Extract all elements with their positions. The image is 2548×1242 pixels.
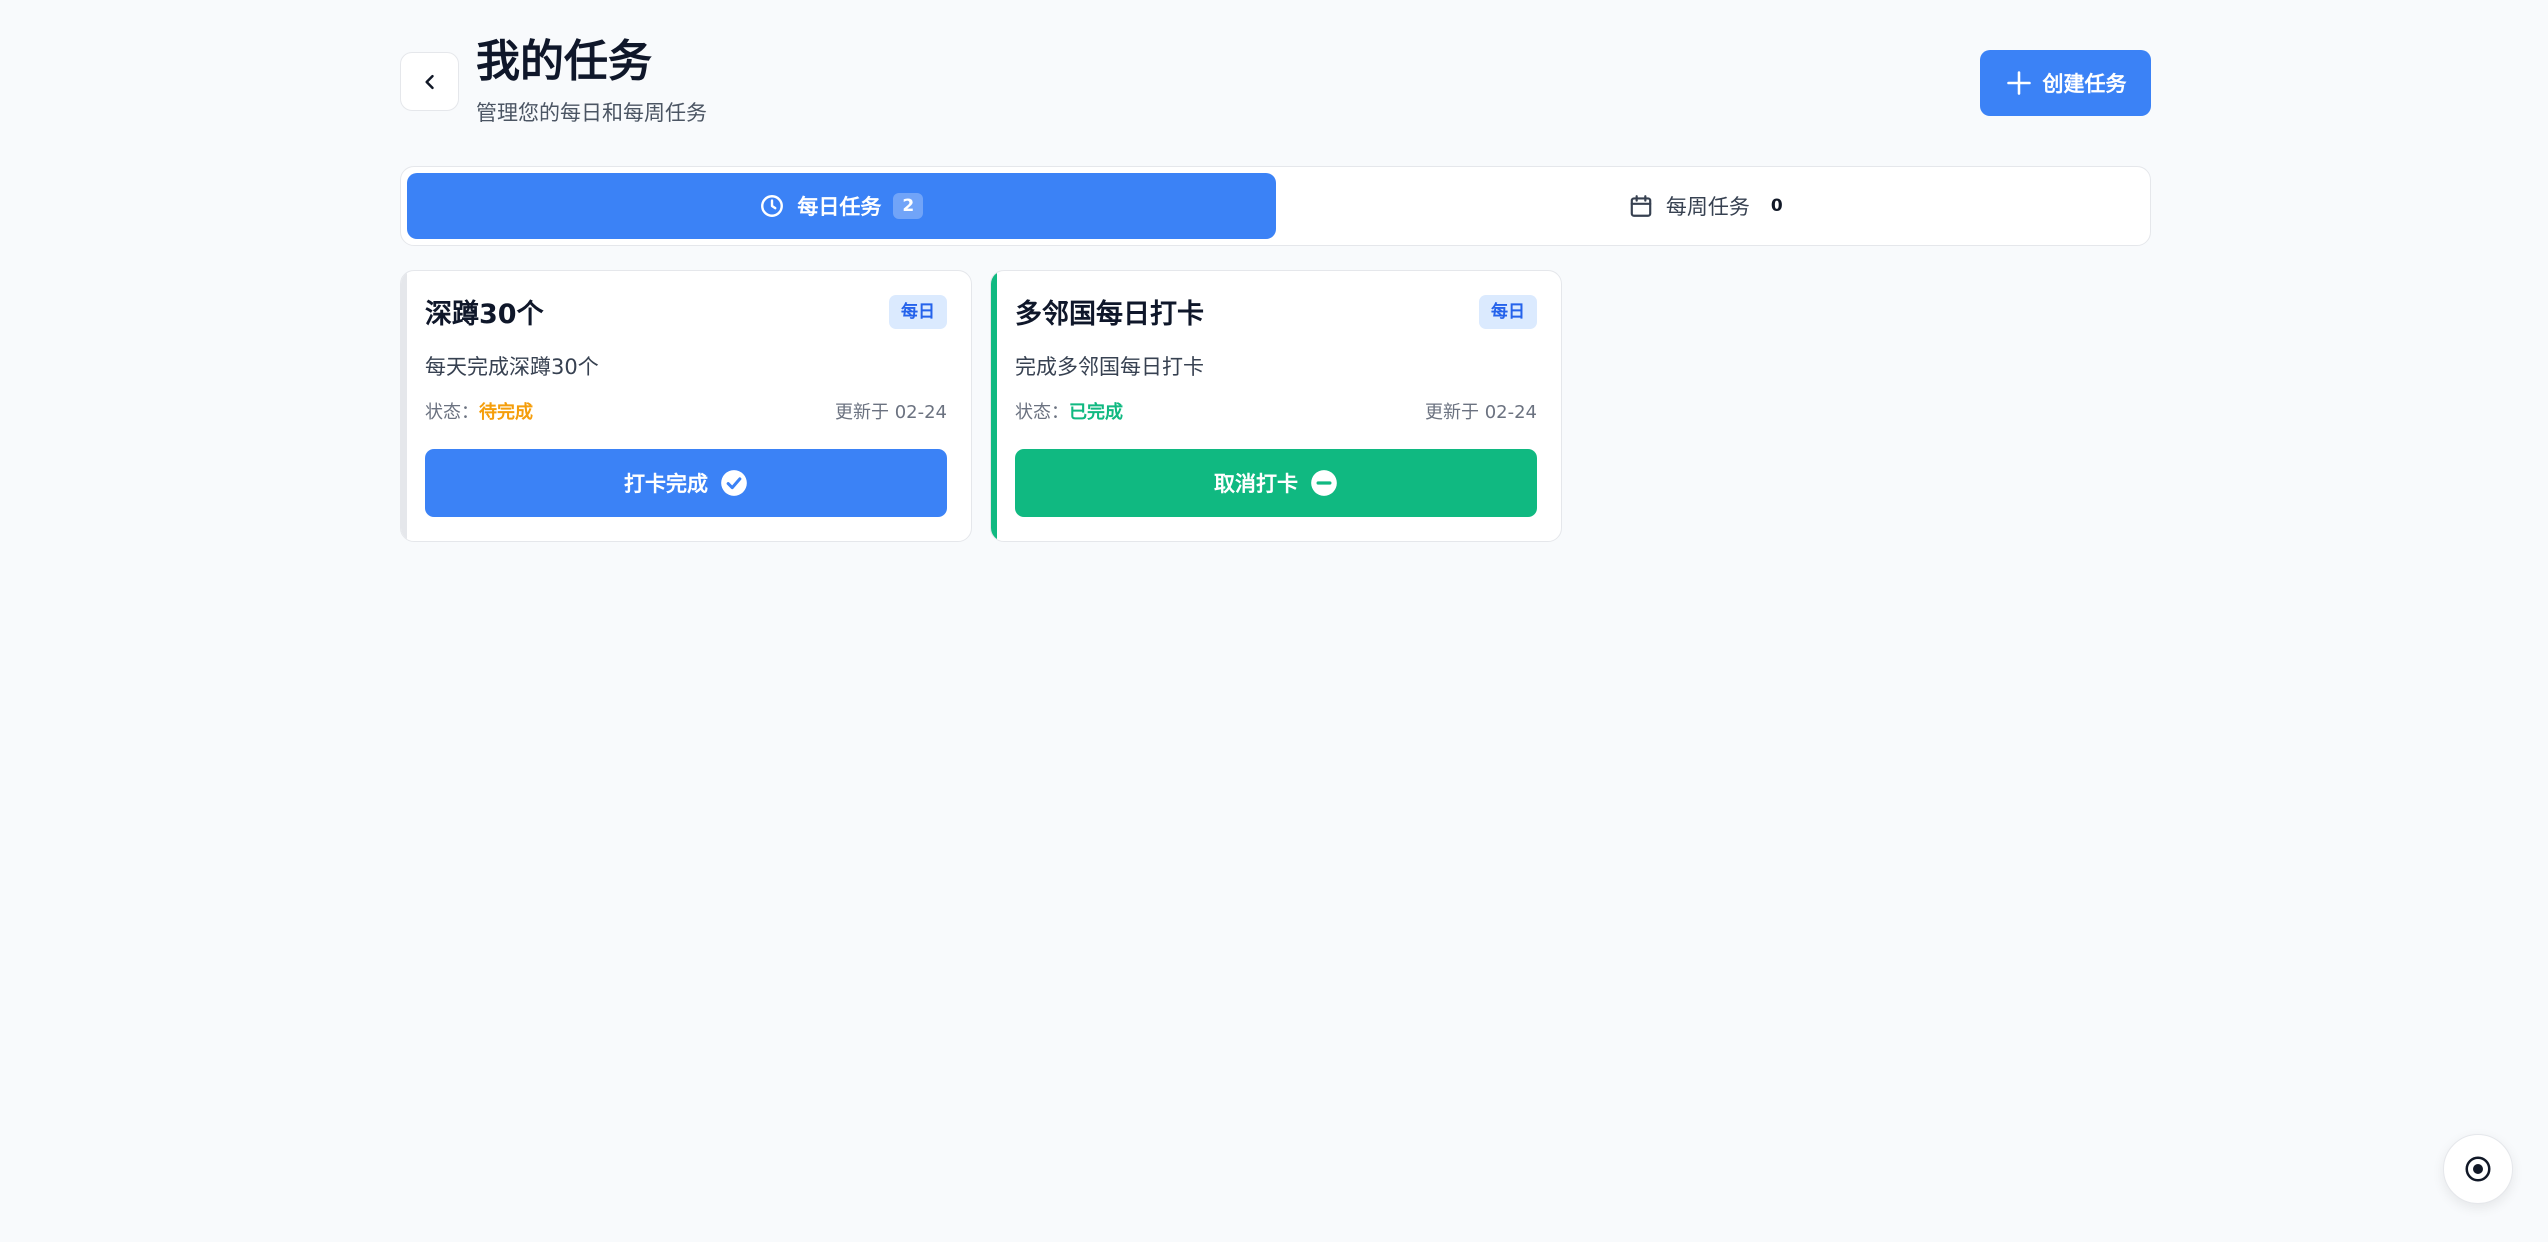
task-tabs: 每日任务 2 每周任务 0: [400, 166, 2151, 246]
create-task-label: 创建任务: [2042, 72, 2127, 96]
cancel-check-in-label: 取消打卡: [1214, 472, 1298, 496]
tab-daily[interactable]: 每日任务 2: [407, 173, 1276, 239]
status-value: 待完成: [479, 402, 533, 423]
check-in-label: 打卡完成: [624, 472, 708, 496]
tab-daily-count: 2: [893, 193, 924, 219]
task-card: 深蹲30个 每日 每天完成深蹲30个 状态：待完成 更新于 02-24 打卡完成: [400, 270, 972, 542]
task-description: 每天完成深蹲30个: [425, 355, 599, 379]
cancel-check-in-button[interactable]: 取消打卡: [1015, 449, 1537, 517]
page-header: 我的任务 管理您的每日和每周任务 创建任务: [400, 0, 2151, 160]
tab-weekly-label: 每周任务: [1665, 195, 1750, 219]
target-icon: [2465, 1156, 2491, 1182]
task-status: 状态：待完成: [425, 399, 533, 427]
task-updated-time: 更新于 02-24: [834, 402, 947, 423]
tab-daily-label: 每日任务: [797, 195, 882, 219]
back-button[interactable]: [400, 52, 459, 111]
frequency-badge: 每日: [889, 295, 947, 329]
task-title: 深蹲30个: [425, 299, 544, 330]
status-value: 已完成: [1069, 402, 1123, 423]
status-label: 状态：: [1015, 402, 1069, 423]
plus-icon: [2006, 71, 2031, 95]
task-description: 完成多邻国每日打卡: [1015, 355, 1204, 379]
tab-weekly-count: 0: [1770, 196, 1783, 216]
page-title: 我的任务: [476, 36, 652, 87]
create-task-button[interactable]: 创建任务: [1980, 50, 2151, 116]
task-title: 多邻国每日打卡: [1015, 299, 1204, 330]
frequency-badge: 每日: [1479, 295, 1537, 329]
title-block: 我的任务 管理您的每日和每周任务: [476, 32, 707, 128]
calendar-icon: [1630, 195, 1652, 217]
card-accent-bar: [401, 271, 407, 541]
task-updated-time: 更新于 02-24: [1424, 402, 1537, 423]
task-card-list: 深蹲30个 每日 每天完成深蹲30个 状态：待完成 更新于 02-24 打卡完成…: [400, 270, 1562, 542]
minus-circle-icon: [1311, 470, 1337, 496]
check-circle-icon: [721, 470, 747, 496]
check-in-button[interactable]: 打卡完成: [425, 449, 947, 517]
task-card: 多邻国每日打卡 每日 完成多邻国每日打卡 状态：已完成 更新于 02-24 取消…: [990, 270, 1562, 542]
tab-weekly[interactable]: 每周任务 0: [1276, 173, 2145, 239]
chevron-left-icon: [424, 74, 434, 89]
clock-icon: [761, 195, 784, 217]
page-subtitle: 管理您的每日和每周任务: [476, 101, 707, 125]
task-status: 状态：已完成: [1015, 399, 1123, 427]
card-accent-bar: [991, 271, 997, 541]
status-label: 状态：: [425, 402, 479, 423]
page-container: 我的任务 管理您的每日和每周任务 创建任务 每日任务 2 每周任务 0 深蹲30…: [400, 0, 2151, 542]
floating-action-button[interactable]: [2443, 1134, 2513, 1204]
